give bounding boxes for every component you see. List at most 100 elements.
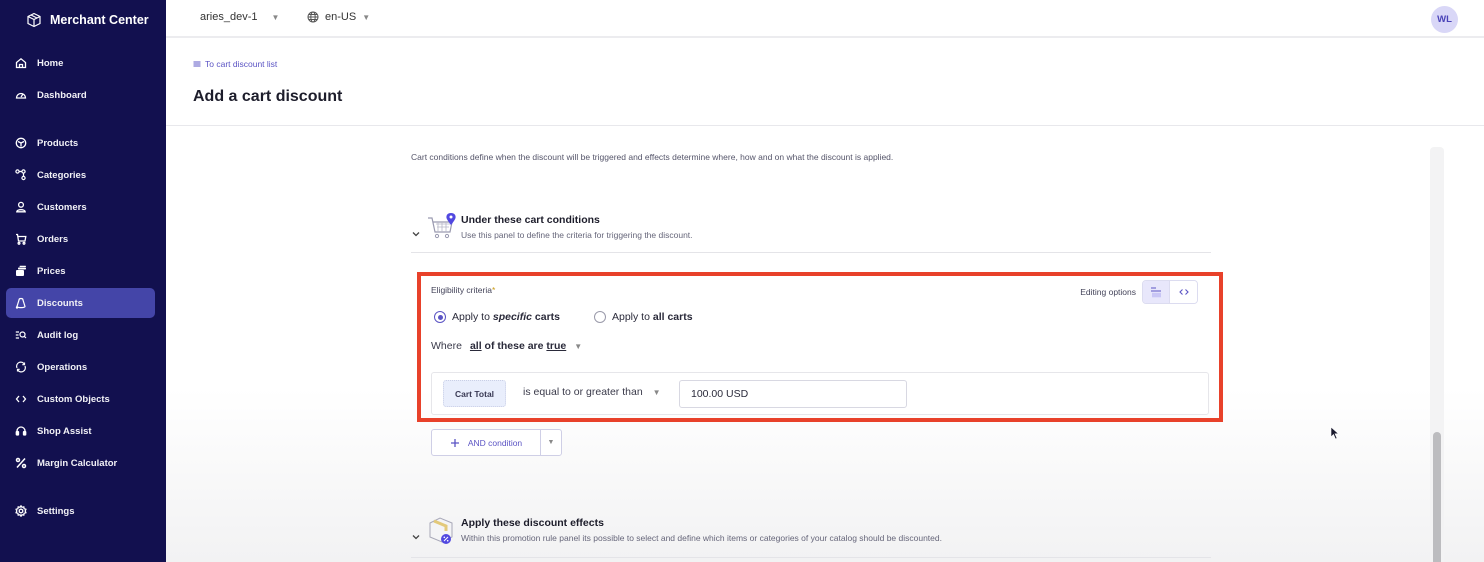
list-icon bbox=[193, 61, 201, 67]
price-stack-icon bbox=[16, 265, 26, 276]
sidebar: Merchant Center Home Dashboard Products … bbox=[0, 0, 166, 562]
scrollbar-track[interactable] bbox=[1430, 147, 1444, 562]
sidebar-item-products[interactable]: Products bbox=[6, 128, 155, 158]
effects-panel-description: Within this promotion rule panel its pos… bbox=[461, 533, 942, 543]
mouse-cursor-icon bbox=[1330, 426, 1340, 440]
sidebar-item-label: Shop Assist bbox=[37, 425, 92, 437]
sidebar-item-orders[interactable]: Orders bbox=[6, 224, 155, 254]
cart-location-icon bbox=[428, 213, 456, 239]
sidebar-item-dashboard[interactable]: Dashboard bbox=[6, 80, 155, 110]
editing-options-label: Editing options bbox=[1080, 287, 1136, 297]
sidebar-item-label: Dashboard bbox=[37, 89, 87, 101]
discount-box-icon bbox=[429, 517, 453, 544]
code-editor-button[interactable] bbox=[1170, 281, 1197, 303]
chevron-down-icon[interactable] bbox=[411, 532, 421, 542]
sidebar-item-label: Categories bbox=[37, 169, 87, 181]
where-label: Where bbox=[431, 340, 462, 352]
sidebar-item-label: Margin Calculator bbox=[37, 457, 118, 469]
sidebar-item-audit-log[interactable]: Audit log bbox=[6, 320, 155, 350]
project-name: aries_dev-1 bbox=[200, 11, 258, 23]
sidebar-item-settings[interactable]: Settings bbox=[6, 496, 155, 526]
gear-icon bbox=[15, 505, 27, 517]
page-title: Add a cart discount bbox=[193, 88, 343, 105]
home-icon bbox=[15, 57, 27, 69]
sidebar-item-customers[interactable]: Customers bbox=[6, 192, 155, 222]
required-marker: * bbox=[491, 285, 496, 295]
condition-row: Cart Total is equal to or greater than ▼… bbox=[431, 372, 1209, 415]
radio-all-carts[interactable]: Apply to all carts bbox=[594, 311, 693, 323]
condition-operator-dropdown[interactable]: is equal to or greater than ▼ bbox=[523, 386, 661, 398]
gauge-icon bbox=[15, 92, 27, 99]
intro-text: Cart conditions define when the discount… bbox=[411, 152, 894, 162]
app-name: Merchant Center bbox=[50, 13, 149, 27]
sidebar-item-label: Settings bbox=[37, 505, 75, 517]
editing-options: Editing options bbox=[1080, 280, 1198, 304]
effects-panel-header: Apply these discount effects Within this… bbox=[411, 512, 1211, 558]
project-switcher[interactable]: aries_dev-1 ▼ bbox=[200, 11, 279, 23]
radio-specific-carts[interactable]: Apply to specific carts bbox=[434, 311, 560, 323]
user-icon bbox=[16, 201, 26, 213]
sidebar-item-home[interactable]: Home bbox=[6, 48, 155, 78]
scrollbar-thumb[interactable] bbox=[1433, 432, 1441, 562]
user-avatar[interactable]: WL bbox=[1431, 6, 1458, 33]
chevron-down-icon: ▼ bbox=[362, 12, 371, 22]
audit-search-icon bbox=[15, 331, 27, 339]
globe-icon bbox=[307, 11, 319, 23]
sidebar-item-label: Operations bbox=[37, 361, 88, 373]
list-builder-icon bbox=[1151, 287, 1161, 298]
back-link-label: To cart discount list bbox=[205, 59, 278, 69]
topbar: aries_dev-1 ▼ en-US ▼ WL bbox=[166, 0, 1484, 38]
page-header: To cart discount list Add a cart discoun… bbox=[166, 40, 1484, 126]
effects-panel-title: Apply these discount effects bbox=[461, 517, 604, 529]
sidebar-item-label: Home bbox=[37, 57, 64, 69]
eligibility-criteria-label: Eligibility criteria* bbox=[431, 285, 496, 295]
operator-value: is equal to or greater than bbox=[523, 386, 643, 398]
sidebar-item-label: Discounts bbox=[37, 297, 83, 309]
cart-icon bbox=[16, 233, 27, 245]
sidebar-item-discounts[interactable]: Discounts bbox=[6, 288, 155, 318]
sidebar-item-prices[interactable]: Prices bbox=[6, 256, 155, 286]
sync-icon bbox=[16, 361, 26, 373]
chevron-down-icon: ▼ bbox=[547, 439, 555, 446]
conditions-panel-description: Use this panel to define the criteria fo… bbox=[461, 230, 693, 240]
cart-scope-radio-group: Apply to specific carts Apply to all car… bbox=[434, 311, 693, 323]
chevron-down-icon[interactable] bbox=[411, 229, 421, 239]
sidebar-item-label: Customers bbox=[37, 201, 87, 213]
chevron-down-icon: ▼ bbox=[271, 12, 280, 22]
sidebar-item-margin-calculator[interactable]: Margin Calculator bbox=[6, 448, 155, 478]
radio-label: Apply to specific carts bbox=[452, 311, 560, 323]
radio-indicator-checked[interactable] bbox=[434, 311, 446, 323]
sidebar-item-label: Prices bbox=[37, 265, 66, 277]
radio-indicator[interactable] bbox=[594, 311, 606, 323]
back-to-list-link[interactable]: To cart discount list bbox=[193, 59, 277, 69]
visual-builder-button[interactable] bbox=[1143, 281, 1170, 303]
and-condition-split-button: AND condition ▼ bbox=[431, 429, 562, 456]
app-window: Merchant Center Home Dashboard Products … bbox=[0, 0, 1484, 562]
editing-mode-toggle bbox=[1142, 280, 1198, 304]
sidebar-item-label: Products bbox=[37, 137, 79, 149]
locale-switcher[interactable]: en-US ▼ bbox=[307, 11, 370, 23]
brand[interactable]: Merchant Center bbox=[26, 10, 149, 30]
percent-icon bbox=[15, 457, 27, 469]
locale-value: en-US bbox=[325, 11, 357, 23]
condition-field-chip[interactable]: Cart Total bbox=[443, 380, 507, 407]
condition-value-input[interactable]: 100.00 USD bbox=[679, 380, 907, 408]
sidebar-item-custom-objects[interactable]: Custom Objects bbox=[6, 384, 155, 414]
add-and-condition-button[interactable]: AND condition bbox=[432, 430, 541, 455]
sidebar-item-shop-assist[interactable]: Shop Assist bbox=[6, 416, 155, 446]
radio-label: Apply to all carts bbox=[612, 311, 693, 323]
plus-icon bbox=[450, 438, 459, 447]
code-brackets-icon bbox=[1178, 289, 1189, 295]
sidebar-item-operations[interactable]: Operations bbox=[6, 352, 155, 382]
tree-icon bbox=[15, 169, 26, 181]
chevron-down-icon: ▼ bbox=[574, 341, 583, 351]
discount-bag-icon bbox=[15, 297, 26, 309]
conditions-panel-header: Under these cart conditions Use this pan… bbox=[411, 209, 1211, 253]
cube-icon bbox=[15, 137, 27, 149]
logic-operator-dropdown[interactable]: all of these are true ▼ bbox=[470, 340, 582, 352]
sidebar-item-categories[interactable]: Categories bbox=[6, 160, 155, 190]
where-row: Where all of these are true ▼ bbox=[431, 340, 582, 352]
code-brackets-icon bbox=[15, 395, 27, 403]
merchant-center-logo-icon bbox=[27, 12, 41, 28]
and-condition-menu-toggle[interactable]: ▼ bbox=[541, 430, 561, 455]
